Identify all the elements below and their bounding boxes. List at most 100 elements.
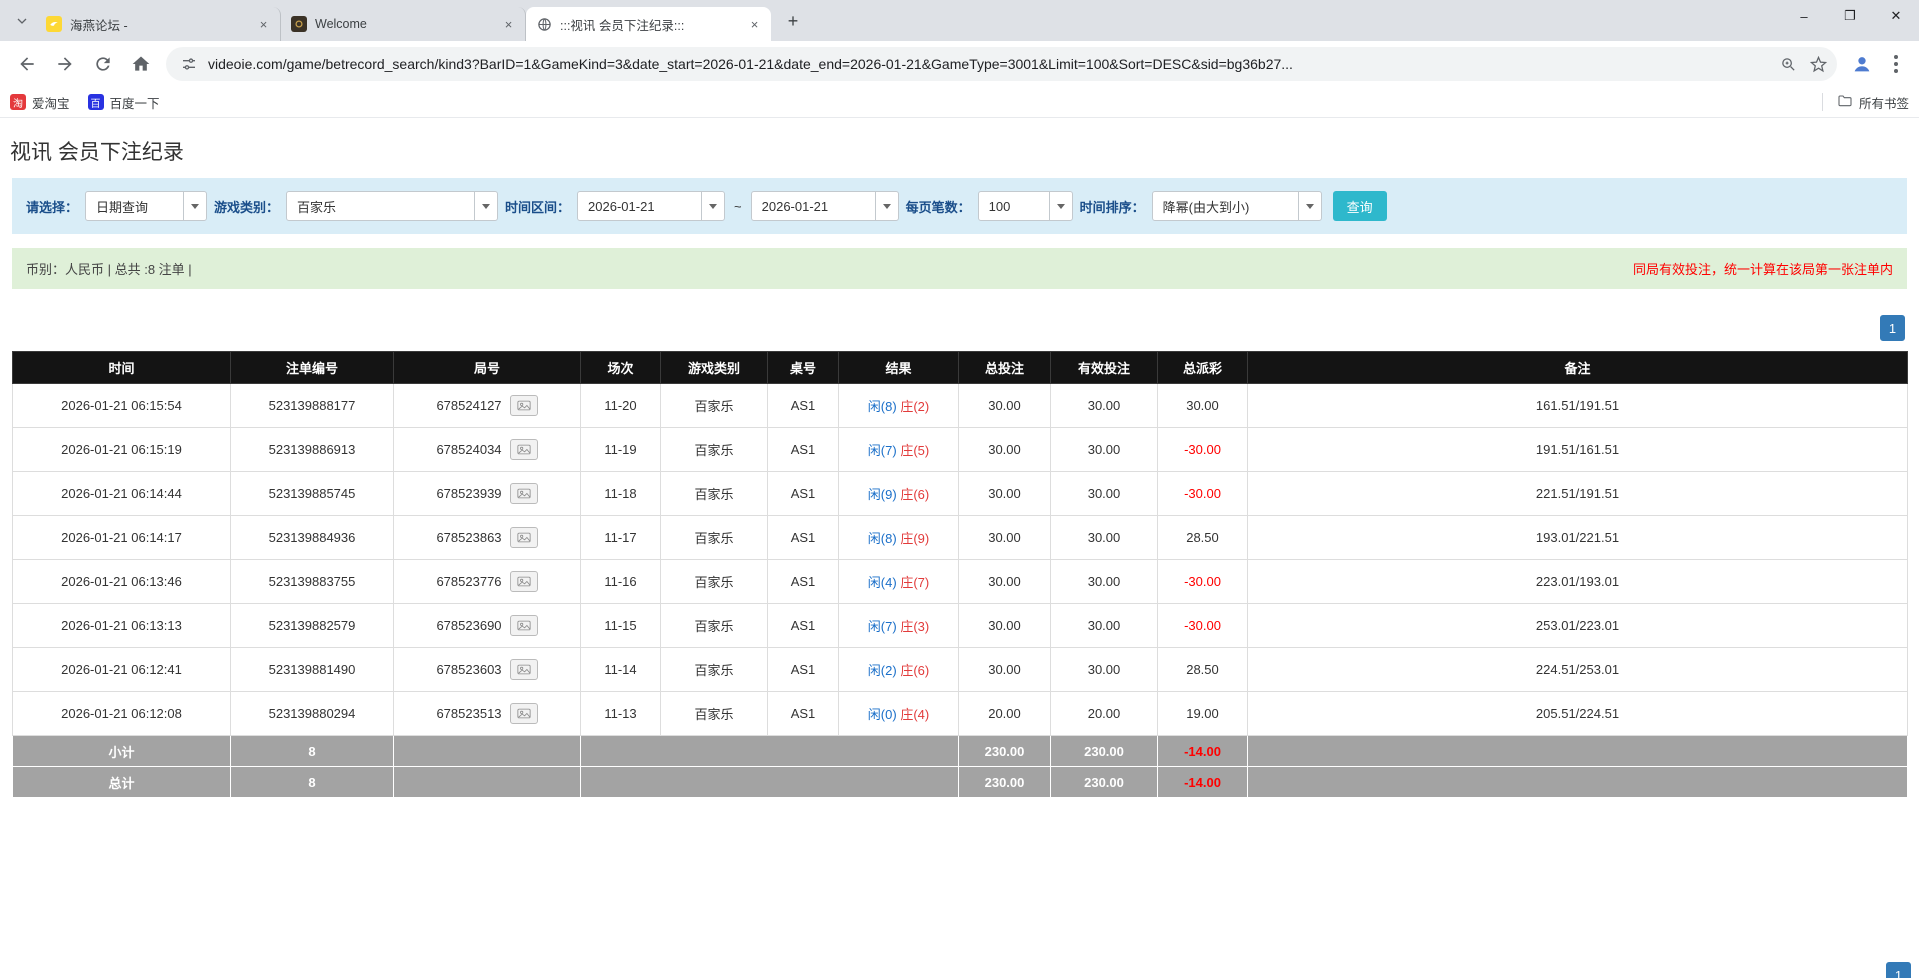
- bookmark-baidu[interactable]: 百 百度一下: [88, 93, 160, 112]
- tab-bet-record[interactable]: :::视讯 会员下注纪录::: ×: [526, 7, 771, 41]
- payout: -30.00: [1158, 604, 1248, 648]
- tab-welcome[interactable]: Welcome ×: [281, 7, 526, 41]
- per-page-select[interactable]: 100: [978, 191, 1073, 221]
- sort-value: 降幂(由大到小): [1153, 192, 1298, 220]
- tab-bar: 海燕论坛 - × Welcome × :::视讯 会员下注纪录::: × + –…: [0, 0, 1919, 41]
- table-row: 2026-01-21 06:14:44 523139885745 6785239…: [13, 472, 1908, 516]
- chevron-down-icon[interactable]: [474, 192, 497, 220]
- tab-close-icon[interactable]: ×: [255, 16, 272, 33]
- page-number-button[interactable]: 1: [1886, 962, 1911, 978]
- col-round-id: 局号: [394, 352, 581, 384]
- per-page-label: 每页笔数：: [906, 197, 971, 216]
- total-bet-link[interactable]: 30.00: [959, 604, 1051, 648]
- window-minimize-button[interactable]: –: [1781, 0, 1827, 32]
- result-cell: 闲(8) 庄(9): [839, 516, 959, 560]
- page-content: 视讯 会员下注纪录 请选择： 日期查询 游戏类别： 百家乐 时间区间： 2026…: [0, 136, 1919, 798]
- valid-bet: 20.00: [1051, 692, 1158, 736]
- table-row: 2026-01-21 06:12:41 523139881490 6785236…: [13, 648, 1908, 692]
- chevron-down-icon[interactable]: [701, 192, 724, 220]
- result-player: 闲(0): [868, 707, 897, 722]
- all-bookmarks-button[interactable]: 所有书签: [1822, 93, 1909, 112]
- url-text[interactable]: videoie.com/game/betrecord_search/kind3?…: [208, 56, 1771, 72]
- game-type-select[interactable]: 百家乐: [286, 191, 498, 221]
- round-result-image-button[interactable]: [510, 571, 538, 592]
- session-number: 11-17: [581, 516, 661, 560]
- remark: 191.51/161.51: [1248, 428, 1908, 472]
- taobao-favicon-icon: 淘: [10, 94, 26, 110]
- address-bar[interactable]: videoie.com/game/betrecord_search/kind3?…: [166, 47, 1837, 81]
- reload-button[interactable]: [86, 47, 120, 81]
- total-bet-link[interactable]: 30.00: [959, 648, 1051, 692]
- table-number: AS1: [768, 516, 839, 560]
- empty-cell: [581, 736, 959, 767]
- tab-search-chevron-icon[interactable]: [8, 7, 36, 35]
- total-valid-bet: 230.00: [1051, 767, 1158, 798]
- date-separator: ~: [732, 199, 744, 214]
- round-result-image-button[interactable]: [510, 395, 538, 416]
- valid-bet: 30.00: [1051, 516, 1158, 560]
- zoom-icon[interactable]: [1775, 51, 1801, 77]
- remark: 161.51/191.51: [1248, 384, 1908, 428]
- window-maximize-button[interactable]: ❐: [1827, 0, 1873, 32]
- total-bet-link[interactable]: 30.00: [959, 472, 1051, 516]
- round-result-image-button[interactable]: [510, 439, 538, 460]
- chevron-down-icon[interactable]: [1049, 192, 1072, 220]
- site-info-icon[interactable]: [178, 53, 200, 75]
- bookmark-star-icon[interactable]: [1805, 51, 1831, 77]
- back-button[interactable]: [10, 47, 44, 81]
- home-button[interactable]: [124, 47, 158, 81]
- game-type-label: 游戏类别：: [214, 197, 279, 216]
- bet-time: 2026-01-21 06:13:46: [13, 560, 231, 604]
- chevron-down-icon[interactable]: [1298, 192, 1321, 220]
- date-range-label: 时间区间：: [505, 197, 570, 216]
- bookmark-aitaobao[interactable]: 淘 爱淘宝: [10, 93, 70, 112]
- table-row: 2026-01-21 06:15:54 523139888177 6785241…: [13, 384, 1908, 428]
- round-result-image-button[interactable]: [510, 483, 538, 504]
- date-start-input[interactable]: 2026-01-21: [577, 191, 725, 221]
- chevron-down-icon[interactable]: [183, 192, 206, 220]
- window-close-button[interactable]: ✕: [1873, 0, 1919, 32]
- round-result-image-button[interactable]: [510, 659, 538, 680]
- total-bet-link[interactable]: 30.00: [959, 384, 1051, 428]
- table-row: 2026-01-21 06:13:46 523139883755 6785237…: [13, 560, 1908, 604]
- tab-close-icon[interactable]: ×: [500, 16, 517, 33]
- baidu-favicon-icon: 百: [88, 94, 104, 110]
- new-tab-button[interactable]: +: [779, 7, 807, 35]
- currency-summary: 币别：人民币 | 总共 :8 注单 |: [26, 259, 192, 278]
- tab-close-icon[interactable]: ×: [746, 16, 763, 33]
- round-result-image-button[interactable]: [510, 527, 538, 548]
- sort-select[interactable]: 降幂(由大到小): [1152, 191, 1322, 221]
- result-banker: 庄(7): [900, 575, 929, 590]
- browser-menu-icon[interactable]: [1881, 49, 1911, 79]
- chevron-down-icon[interactable]: [875, 192, 898, 220]
- profile-avatar[interactable]: [1847, 49, 1877, 79]
- payout: -30.00: [1158, 472, 1248, 516]
- round-result-image-button[interactable]: [510, 615, 538, 636]
- total-bet-link[interactable]: 30.00: [959, 428, 1051, 472]
- bookmarks-bar: 淘 爱淘宝 百 百度一下 所有书签: [0, 87, 1919, 118]
- date-start-value: 2026-01-21: [578, 192, 701, 220]
- folder-icon: [1837, 93, 1853, 112]
- valid-bet: 30.00: [1051, 560, 1158, 604]
- query-mode-select[interactable]: 日期查询: [85, 191, 207, 221]
- session-number: 11-13: [581, 692, 661, 736]
- tab-seabird-forum[interactable]: 海燕论坛 - ×: [36, 7, 281, 41]
- result-player: 闲(2): [868, 663, 897, 678]
- date-end-input[interactable]: 2026-01-21: [751, 191, 899, 221]
- total-bet-link[interactable]: 20.00: [959, 692, 1051, 736]
- total-bet-link[interactable]: 30.00: [959, 516, 1051, 560]
- query-button[interactable]: 查询: [1333, 191, 1387, 221]
- page-number-button[interactable]: 1: [1880, 315, 1905, 341]
- window-controls: – ❐ ✕: [1781, 0, 1919, 32]
- forward-button[interactable]: [48, 47, 82, 81]
- session-number: 11-15: [581, 604, 661, 648]
- total-row: 总计 8 230.00 230.00 -14.00: [13, 767, 1908, 798]
- total-bet-link[interactable]: 30.00: [959, 560, 1051, 604]
- round-result-image-button[interactable]: [510, 703, 538, 724]
- game-type: 百家乐: [661, 472, 768, 516]
- empty-cell: [1248, 736, 1908, 767]
- select-mode-label: 请选择：: [26, 197, 78, 216]
- valid-bet: 30.00: [1051, 472, 1158, 516]
- payout: 19.00: [1158, 692, 1248, 736]
- note-text: 同局有效投注，统一计算在该局第一张注单内: [1633, 259, 1893, 278]
